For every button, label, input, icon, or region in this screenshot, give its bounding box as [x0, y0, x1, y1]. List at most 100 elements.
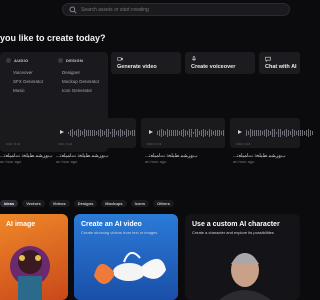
waveform-bar: [260, 129, 261, 137]
audio-time: 0:00 / 0:13: [236, 142, 251, 146]
waveform-bar: [96, 130, 97, 136]
play-icon[interactable]: [60, 130, 64, 134]
waveform-bar: [268, 130, 269, 136]
menu-item-mockup-generator[interactable]: Mockup Generator: [62, 79, 99, 84]
audio-time: 0:00 / 0:13: [147, 142, 162, 146]
waveform-bar: [108, 129, 109, 137]
waveform-bar: [213, 130, 214, 136]
waveform-bar: [266, 129, 267, 137]
waveform-bar: [217, 129, 218, 137]
waveform-bar: [276, 131, 277, 135]
item-timestamp: an hour ago: [145, 159, 167, 164]
list-item[interactable]: ...ﺏﻭﺮﺸﻣ ﻂﻴﻠﺨﺗ ﺕﺎﻤﻴﻠﻌﺗ an hour ago: [145, 153, 198, 164]
waveform-bar: [254, 130, 255, 136]
feature-subtitle: Create a character and explore its possi…: [192, 230, 274, 235]
generate-video-card[interactable]: Generate video: [111, 52, 181, 74]
audio-waveform: [157, 129, 224, 137]
waveform-bar: [177, 129, 178, 137]
waveform-bar: [171, 130, 172, 136]
waveform-bar: [191, 129, 192, 137]
tab-mockups[interactable]: Mockups: [101, 200, 127, 207]
waveform-bar: [296, 130, 297, 136]
feature-card-custom-character[interactable]: Use a custom AI character Create a chara…: [185, 214, 300, 300]
waveform-bar: [76, 130, 77, 136]
waveform-bar: [248, 131, 249, 135]
waveform-bar: [304, 130, 305, 136]
waveform-bar: [72, 129, 73, 137]
tab-icons[interactable]: Icons: [130, 200, 150, 207]
waveform-bar: [203, 129, 204, 137]
waveform-bar: [163, 130, 164, 136]
menu-item-icon-generator[interactable]: Icon Generator: [62, 88, 92, 93]
waveform-bar: [288, 130, 289, 136]
search-input[interactable]: [81, 6, 271, 13]
waveform-bar: [300, 129, 301, 137]
waveform-bar: [100, 129, 101, 137]
tab-vectors[interactable]: Vectors: [22, 200, 45, 207]
waveform-bar: [128, 129, 129, 137]
item-timestamp: an hour ago: [233, 159, 255, 164]
audio-card[interactable]: 0:00 / 0:13: [230, 118, 313, 148]
item-timestamp: an hour ago: [56, 159, 78, 164]
chat-with-ai-card[interactable]: Chat with AI: [259, 52, 300, 74]
play-icon[interactable]: [238, 130, 242, 134]
waveform-bar: [118, 130, 119, 136]
waveform-bar: [221, 130, 222, 136]
feature-title: Use a custom AI character: [192, 221, 280, 228]
list-item[interactable]: ...ﺏﻭﺮﺸﻣ ﻂﻴﻠﺨﺗ ﺕﺎﻤﻴﻠﻌﺗ an hour ago: [233, 153, 286, 164]
waveform-bar: [207, 131, 208, 135]
waveform-bar: [114, 129, 115, 137]
tab-others[interactable]: Others: [153, 200, 174, 207]
item-timestamp: an hour ago: [0, 159, 22, 164]
list-item[interactable]: ...ﺏﻭﺮﺸﻣ ﻂﻴﻠﺨﺗ ﺕﺎﻤﻴﻠﻌﺗ an hour ago: [0, 153, 53, 164]
menu-item-music[interactable]: Music: [13, 88, 25, 93]
waveform-bar: [185, 130, 186, 136]
waveform-bar: [246, 130, 247, 136]
waveform-bar: [282, 131, 283, 135]
waveform-bar: [126, 129, 127, 137]
waveform-bar: [70, 129, 71, 137]
menu-item-sfx-generator[interactable]: SFX Generator: [13, 79, 43, 84]
waveform-bar: [197, 129, 198, 137]
waveform-bar: [94, 129, 95, 137]
create-voiceover-card[interactable]: Create voiceover: [185, 52, 255, 74]
microphone-icon: [191, 56, 197, 61]
page-title: you like to create today?: [0, 33, 106, 43]
waveform-bar: [86, 129, 87, 137]
menu-item-voiceover[interactable]: Voiceover: [13, 70, 33, 75]
tab-designs[interactable]: Designs: [73, 200, 98, 207]
audio-card[interactable]: 0:00 / 0:13: [0, 118, 48, 148]
audio-card[interactable]: 0:00 / 0:13: [52, 118, 136, 148]
play-icon[interactable]: [149, 130, 153, 134]
feature-subtitle: Create stunning videos from text or imag…: [81, 230, 158, 235]
feature-card-ai-video[interactable]: Create an AI video Create stunning video…: [74, 214, 178, 300]
card-label: Create voiceover: [191, 64, 236, 70]
tab-videos[interactable]: Videos: [48, 200, 70, 207]
waveform-bar: [90, 129, 91, 137]
waveform-bar: [74, 130, 75, 136]
menu-item-designer[interactable]: Designer: [62, 70, 80, 75]
waveform-bar: [84, 129, 85, 137]
audio-card[interactable]: 0:00 / 0:13: [141, 118, 225, 148]
waveform-bar: [193, 131, 194, 135]
waveform-bar: [205, 130, 206, 136]
waveform-bar: [80, 130, 81, 136]
list-item[interactable]: ...ﺏﻭﺮﺸﻣ ﻂﻴﻠﺨﺗ ﺕﺎﻤﻴﻠﻌﺗ an hour ago: [56, 153, 109, 164]
waveform-bar: [278, 129, 279, 137]
waveform-bar: [159, 130, 160, 136]
waveform-bar: [92, 129, 93, 137]
waveform-bar: [262, 130, 263, 136]
waveform-bar: [102, 130, 103, 136]
feature-card-ai-image[interactable]: AI image: [0, 214, 68, 300]
waveform-bar: [110, 131, 111, 135]
waveform-bar: [122, 130, 123, 136]
waveform-bar: [120, 129, 121, 137]
waveform-bar: [165, 131, 166, 135]
card-label: Generate video: [117, 64, 157, 70]
waveform-bar: [132, 129, 133, 137]
waveform-bar: [78, 129, 79, 137]
waveform-bar: [286, 129, 287, 137]
search-bar[interactable]: [62, 3, 290, 16]
tab-ideas[interactable]: Ideas: [0, 200, 19, 207]
waveform-bar: [306, 129, 307, 137]
